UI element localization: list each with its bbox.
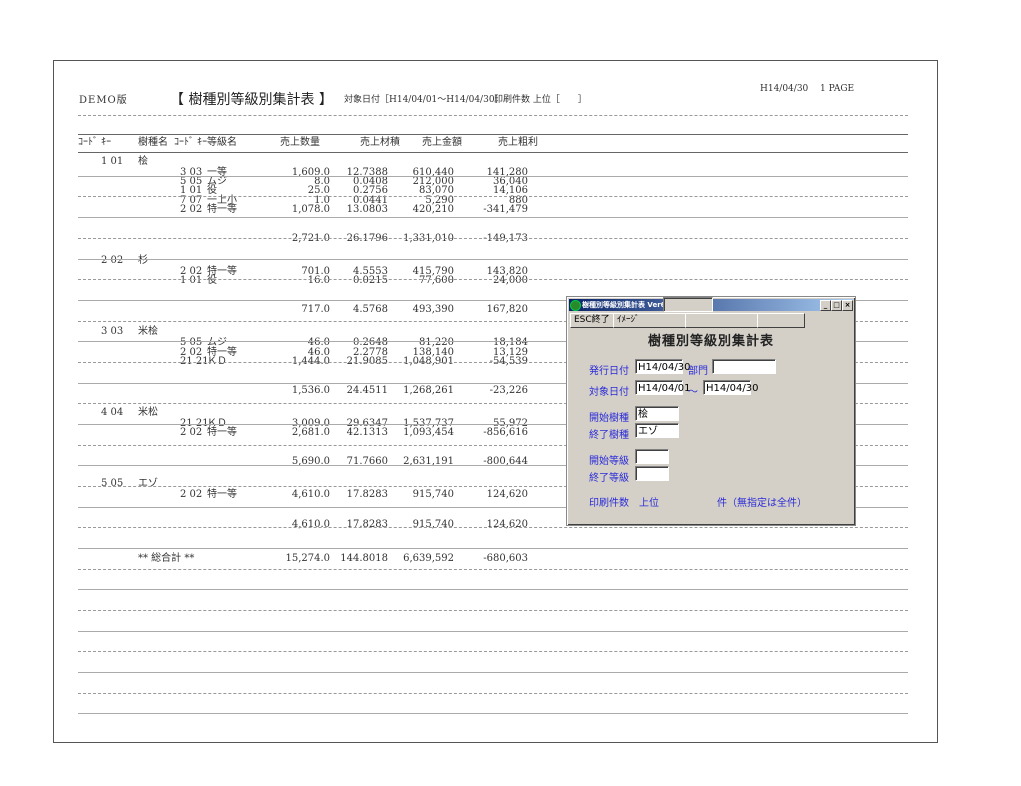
group-name: 米松 bbox=[138, 407, 158, 418]
grade-name: 特一等 bbox=[207, 489, 237, 501]
dept-field[interactable] bbox=[712, 359, 776, 374]
profit-cell: -341,479 bbox=[483, 203, 528, 215]
ruled-line bbox=[78, 631, 908, 632]
ruled-line bbox=[78, 693, 908, 694]
start-grade-label: 開始等級 bbox=[589, 456, 629, 467]
grade-code: 1 01 bbox=[180, 275, 203, 287]
profit-cell: -680,603 bbox=[483, 553, 528, 564]
start-grade-field[interactable] bbox=[635, 449, 669, 464]
ruled-line bbox=[78, 527, 908, 528]
group-code: 2 02 bbox=[101, 255, 124, 266]
column-header: ｺｰﾄﾞ ｷｰ bbox=[174, 137, 208, 148]
issue-date-label: 発行日付 bbox=[589, 366, 629, 377]
dept-label: 部門 bbox=[688, 366, 708, 377]
ruled-line bbox=[78, 548, 908, 549]
end-grade-label: 終了等級 bbox=[589, 473, 629, 484]
group-name: 米桧 bbox=[138, 326, 158, 338]
header-divider bbox=[78, 115, 908, 116]
profit-cell: 124,620 bbox=[486, 489, 528, 501]
start-species-field[interactable]: 桧 bbox=[635, 406, 679, 421]
demo-label: DEMO版 bbox=[79, 95, 128, 106]
ruled-line bbox=[78, 569, 908, 570]
print-count-note: 件（無指定は全件） bbox=[717, 498, 807, 509]
ruled-line bbox=[78, 259, 908, 260]
profit-cell: 124,620 bbox=[486, 518, 528, 530]
grade-code: 2 02 bbox=[180, 203, 203, 215]
group-name: 桧 bbox=[138, 156, 148, 167]
ruled-line bbox=[78, 610, 908, 611]
grade-code: 2 02 bbox=[180, 427, 203, 439]
group-code: 4 04 bbox=[101, 407, 124, 418]
print-count-field[interactable] bbox=[663, 297, 713, 312]
profit-cell: -856,616 bbox=[483, 427, 528, 439]
grand-total-label: ** 総合計 ** bbox=[138, 553, 195, 564]
ruled-line bbox=[78, 589, 908, 590]
report-page: 1 PAGE bbox=[820, 84, 855, 94]
target-date-from-field[interactable]: H14/04/01 bbox=[635, 380, 690, 395]
issue-date-field[interactable]: H14/04/30 bbox=[635, 359, 690, 374]
ruled-line bbox=[78, 651, 908, 652]
start-species-label: 開始樹種 bbox=[589, 413, 629, 424]
grade-name: 役 bbox=[207, 275, 217, 287]
settings-dialog: 樹種別等級別集計表 Ver6.0 _ □ × ESC終了 ｲﾒｰｼﾞ 樹種別等級… bbox=[566, 296, 856, 526]
target-date-label: 対象日付 bbox=[589, 387, 629, 398]
toolbar-empty-button-1[interactable] bbox=[685, 313, 759, 328]
report-period: 対象日付［H14/04/01〜H14/04/30］ bbox=[344, 95, 504, 105]
end-grade-field[interactable] bbox=[635, 466, 669, 481]
column-header: 樹種名 bbox=[138, 137, 168, 148]
group-code: 5 05 bbox=[101, 478, 124, 490]
ruled-line bbox=[78, 238, 908, 239]
ruled-line bbox=[78, 196, 908, 197]
print-count-label: 印刷件数 上位 bbox=[589, 498, 659, 509]
column-header: 売上材積 bbox=[360, 137, 400, 148]
report-date: H14/04/30 bbox=[760, 84, 809, 94]
maximize-icon[interactable]: □ bbox=[831, 300, 842, 311]
column-header: 売上数量 bbox=[280, 137, 320, 148]
column-header-top bbox=[78, 134, 908, 135]
minimize-icon[interactable]: _ bbox=[820, 300, 831, 311]
report-title: 【 樹種別等級別集計表 】 bbox=[170, 92, 333, 108]
report-print-top: 印刷件数 上位［ ］ bbox=[494, 95, 587, 105]
close-icon[interactable]: × bbox=[842, 300, 853, 311]
tilde: 〜 bbox=[688, 387, 698, 398]
grade-name: 特一等 bbox=[207, 427, 237, 439]
grade-code: 2 02 bbox=[180, 489, 203, 501]
ruled-line bbox=[78, 176, 908, 177]
group-name: 杉 bbox=[138, 255, 148, 266]
ruled-line bbox=[78, 279, 908, 280]
ruled-line bbox=[78, 713, 908, 714]
column-header-bottom bbox=[78, 152, 908, 153]
column-header: 売上粗利 bbox=[498, 137, 538, 148]
group-name: エゾ bbox=[138, 478, 158, 490]
end-species-label: 終了樹種 bbox=[589, 430, 629, 441]
end-species-field[interactable]: エゾ bbox=[635, 423, 679, 438]
column-header: 等級名 bbox=[207, 137, 237, 148]
column-header: ｺｰﾄﾞ ｷｰ bbox=[78, 137, 112, 148]
grade-name: 特一等 bbox=[207, 203, 237, 215]
esc-exit-button[interactable]: ESC終了 bbox=[570, 313, 616, 328]
group-code: 1 01 bbox=[101, 156, 124, 167]
profit-cell: 167,820 bbox=[486, 304, 528, 316]
dialog-window-title: 樹種別等級別集計表 Ver6.0 bbox=[582, 301, 674, 309]
target-date-to-field[interactable]: H14/04/30 bbox=[703, 380, 758, 395]
profit-cell: 24,000 bbox=[493, 275, 528, 287]
ruled-line bbox=[78, 672, 908, 673]
ruled-line bbox=[78, 217, 908, 218]
profit-cell: -149,173 bbox=[483, 233, 528, 244]
profit-cell: -23,226 bbox=[489, 385, 528, 396]
dialog-heading: 樹種別等級別集計表 bbox=[647, 334, 774, 349]
app-icon bbox=[570, 300, 581, 311]
image-button[interactable]: ｲﾒｰｼﾞ bbox=[613, 313, 687, 328]
group-code: 3 03 bbox=[101, 326, 124, 338]
toolbar-empty-button-2[interactable] bbox=[757, 313, 805, 328]
column-header: 売上金額 bbox=[422, 137, 462, 148]
